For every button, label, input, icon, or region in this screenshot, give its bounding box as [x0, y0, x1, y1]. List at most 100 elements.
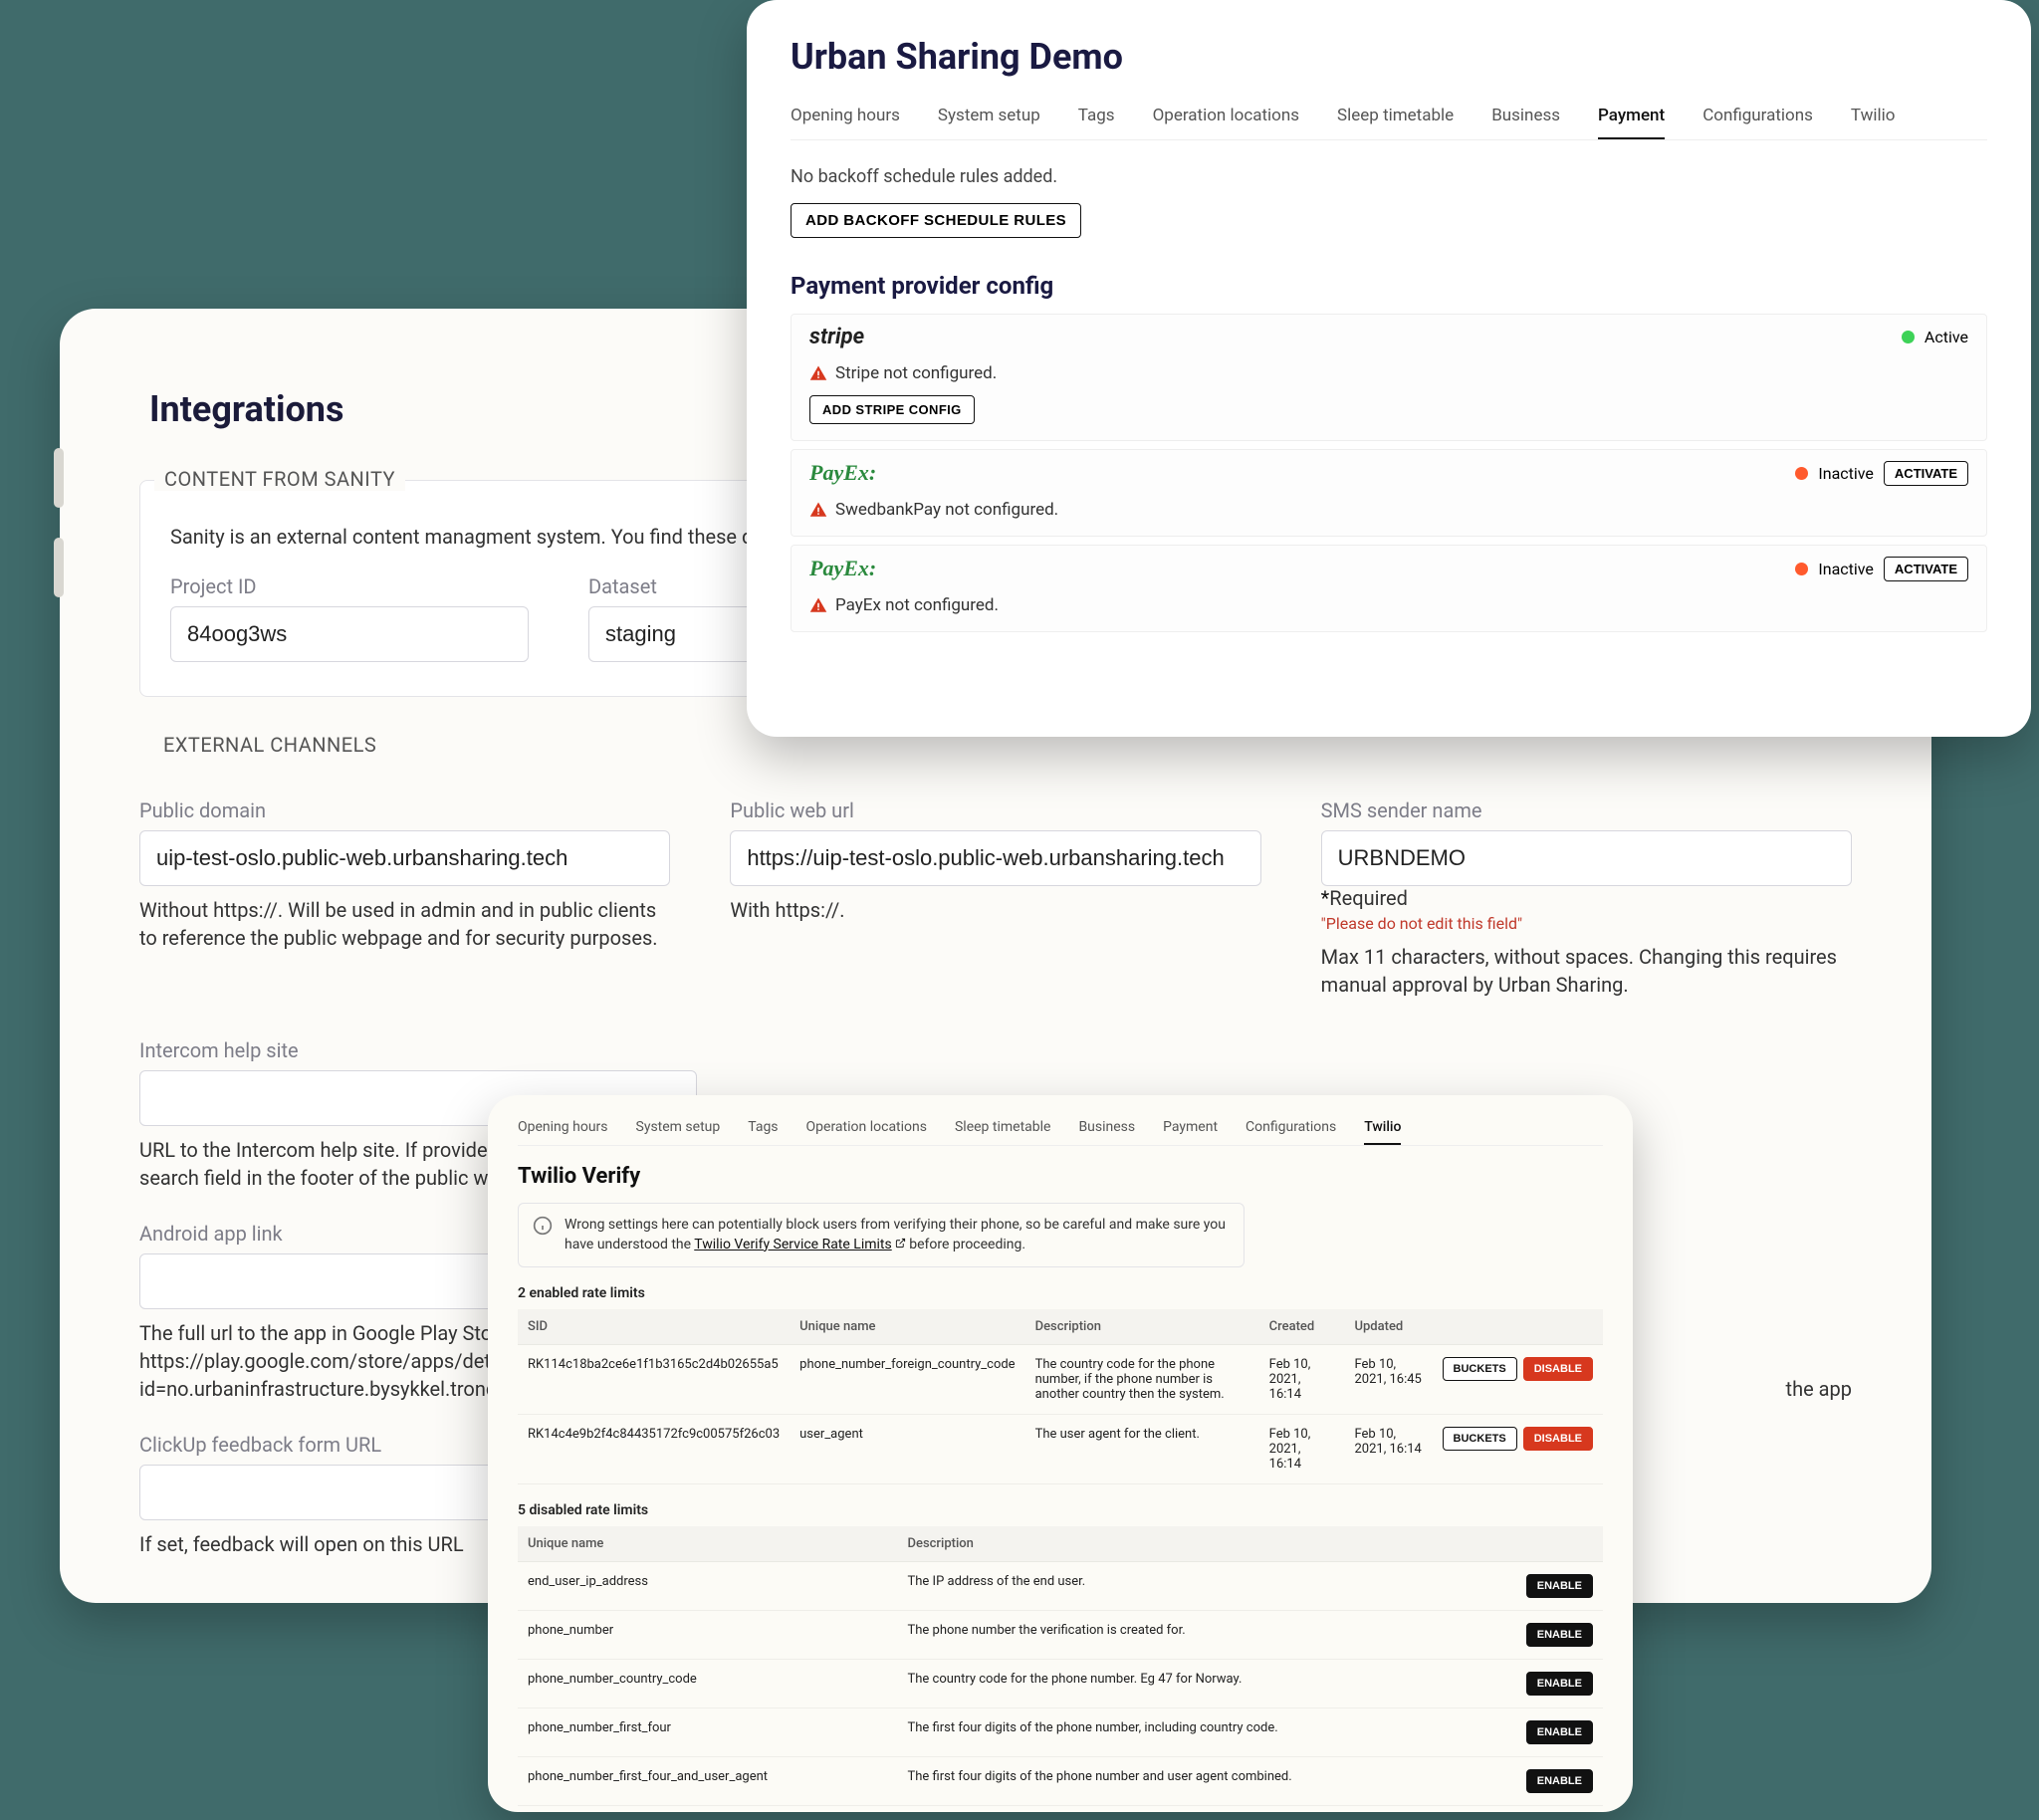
tab-operation-locations[interactable]: Operation locations — [806, 1119, 927, 1145]
name-cell: phone_number_foreign_country_code — [790, 1345, 1024, 1415]
twilio-panel: Opening hours System setup Tags Operation l… — [488, 1095, 1633, 1812]
tab-twilio[interactable]: Twilio — [1851, 106, 1896, 139]
status-text: Inactive — [1818, 464, 1874, 483]
disable-button[interactable]: DISABLE — [1523, 1427, 1593, 1451]
tab-sleep-timetable[interactable]: Sleep timetable — [955, 1119, 1050, 1145]
project-id-label: Project ID — [170, 574, 529, 598]
tab-system-setup[interactable]: System setup — [636, 1119, 721, 1145]
system-title: Urban Sharing Demo — [791, 36, 1987, 78]
col-header — [1441, 1526, 1604, 1562]
col-header: Description — [1025, 1309, 1259, 1345]
name-cell: user_agent — [790, 1415, 1024, 1484]
sms-input[interactable] — [1321, 830, 1852, 886]
tab-system-setup[interactable]: System setup — [938, 106, 1040, 139]
provider-warning: Stripe not configured. — [809, 363, 1968, 383]
rate-limits-link[interactable]: Twilio Verify Service Rate Limits — [694, 1237, 905, 1252]
desc-cell: The user agent for the client. — [1025, 1415, 1259, 1484]
col-header: Unique name — [518, 1526, 898, 1562]
tab-business[interactable]: Business — [1491, 106, 1560, 139]
tab-sleep-timetable[interactable]: Sleep timetable — [1337, 106, 1454, 139]
project-id-input[interactable] — [170, 606, 529, 662]
desc-cell: The country code for the phone number, i… — [1025, 1345, 1259, 1415]
twilio-tabs: Opening hours System setup Tags Operation l… — [518, 1119, 1603, 1146]
provider-section-title: Payment provider config — [791, 272, 1987, 300]
ios-help-tail: the app — [1786, 1375, 1852, 1403]
tab-tags[interactable]: Tags — [748, 1119, 778, 1145]
tab-tags[interactable]: Tags — [1078, 106, 1115, 139]
table-row: phone_number_first_four The first four d… — [518, 1708, 1603, 1757]
updated-cell: Feb 10, 2021, 16:14 — [1344, 1415, 1432, 1484]
enable-button[interactable]: ENABLE — [1526, 1672, 1593, 1696]
tab-opening-hours[interactable]: Opening hours — [791, 106, 900, 139]
enabled-label: 2 enabled rate limits — [518, 1285, 1603, 1301]
warning-icon — [809, 596, 827, 614]
desc-cell: The phone number the verification is cre… — [898, 1611, 1441, 1660]
info-icon — [533, 1216, 553, 1236]
activate-button[interactable]: ACTIVATE — [1884, 557, 1968, 581]
tab-payment[interactable]: Payment — [1598, 106, 1665, 139]
enabled-table: SIDUnique nameDescriptionCreatedUpdated … — [518, 1309, 1603, 1484]
tab-configurations[interactable]: Configurations — [1246, 1119, 1336, 1145]
tab-operation-locations[interactable]: Operation locations — [1153, 106, 1299, 139]
stripe-logo: stripe — [809, 325, 864, 349]
provider-card: PayEx: Inactive ACTIVATE PayEx not confi… — [791, 545, 1987, 632]
device-notch — [54, 448, 64, 508]
tab-opening-hours[interactable]: Opening hours — [518, 1119, 608, 1145]
status-text: Inactive — [1818, 560, 1874, 578]
col-header — [1433, 1309, 1603, 1345]
created-cell: Feb 10, 2021, 16:14 — [1259, 1345, 1345, 1415]
status-text: Active — [1925, 328, 1968, 346]
tab-payment[interactable]: Payment — [1163, 1119, 1218, 1145]
col-header: Description — [898, 1526, 1441, 1562]
public-web-label: Public web url — [730, 798, 1260, 822]
tab-twilio[interactable]: Twilio — [1364, 1119, 1401, 1145]
provider-warning: PayEx not configured. — [809, 595, 1968, 615]
demo-tabs: Opening hours System setup Tags Operation l… — [791, 106, 1987, 140]
enable-button[interactable]: ENABLE — [1526, 1623, 1593, 1647]
payex-logo: PayEx: — [809, 460, 876, 486]
sid-cell: RK114c18ba2ce6e1f1b3165c2d4b02655a5 — [518, 1345, 790, 1415]
name-cell: phone_number_country_code — [518, 1660, 898, 1708]
channels-legend: EXTERNAL CHANNELS — [153, 733, 386, 757]
tab-business[interactable]: Business — [1078, 1119, 1135, 1145]
disable-button[interactable]: DISABLE — [1523, 1357, 1593, 1381]
sms-warn: "Please do not edit this field" — [1321, 914, 1852, 933]
public-web-input[interactable] — [730, 830, 1260, 886]
status-dot — [1795, 467, 1808, 480]
public-domain-help: Without https://. Will be used in admin … — [139, 896, 670, 952]
table-row: RK114c18ba2ce6e1f1b3165c2d4b02655a5 phon… — [518, 1345, 1603, 1415]
name-cell: phone_number — [518, 1611, 898, 1660]
table-row: phone_number The phone number the verifi… — [518, 1611, 1603, 1660]
enable-button[interactable]: ENABLE — [1526, 1720, 1593, 1744]
enable-button[interactable]: ENABLE — [1526, 1574, 1593, 1598]
backoff-note: No backoff schedule rules added. — [791, 166, 1987, 187]
sms-required: Required — [1321, 886, 1852, 910]
table-row: phone_number_first_four_and_user_agent T… — [518, 1757, 1603, 1806]
activate-button[interactable]: ACTIVATE — [1884, 461, 1968, 486]
external-link-icon — [895, 1238, 906, 1249]
col-header: Updated — [1344, 1309, 1432, 1345]
status-dot — [1902, 331, 1915, 343]
public-domain-input[interactable] — [139, 830, 670, 886]
enable-button[interactable]: ENABLE — [1526, 1769, 1593, 1793]
desc-cell: The IP address of the end user. — [898, 1562, 1441, 1611]
callout-post: before proceeding. — [909, 1237, 1025, 1252]
add-backoff-button[interactable]: ADD BACKOFF SCHEDULE RULES — [791, 203, 1081, 238]
sid-cell: RK14c4e9b2f4c84435172fc9c00575f26c03 — [518, 1415, 790, 1484]
table-row: RK14c4e9b2f4c84435172fc9c00575f26c03 use… — [518, 1415, 1603, 1484]
twilio-callout: Wrong settings here can potentially bloc… — [518, 1203, 1245, 1267]
sms-label: SMS sender name — [1321, 798, 1852, 822]
add-config-button[interactable]: ADD STRIPE CONFIG — [809, 395, 975, 424]
twilio-title: Twilio Verify — [518, 1164, 1603, 1189]
tab-configurations[interactable]: Configurations — [1702, 106, 1813, 139]
payex-logo: PayEx: — [809, 556, 876, 581]
provider-warning: SwedbankPay not configured. — [809, 500, 1968, 520]
buckets-button[interactable]: BUCKETS — [1443, 1357, 1517, 1381]
updated-cell: Feb 10, 2021, 16:45 — [1344, 1345, 1432, 1415]
disabled-label: 5 disabled rate limits — [518, 1502, 1603, 1518]
name-cell: phone_number_first_four_and_user_agent — [518, 1757, 898, 1806]
buckets-button[interactable]: BUCKETS — [1443, 1427, 1517, 1451]
name-cell: phone_number_first_four — [518, 1708, 898, 1757]
name-cell: end_user_ip_address — [518, 1562, 898, 1611]
col-header: Unique name — [790, 1309, 1024, 1345]
